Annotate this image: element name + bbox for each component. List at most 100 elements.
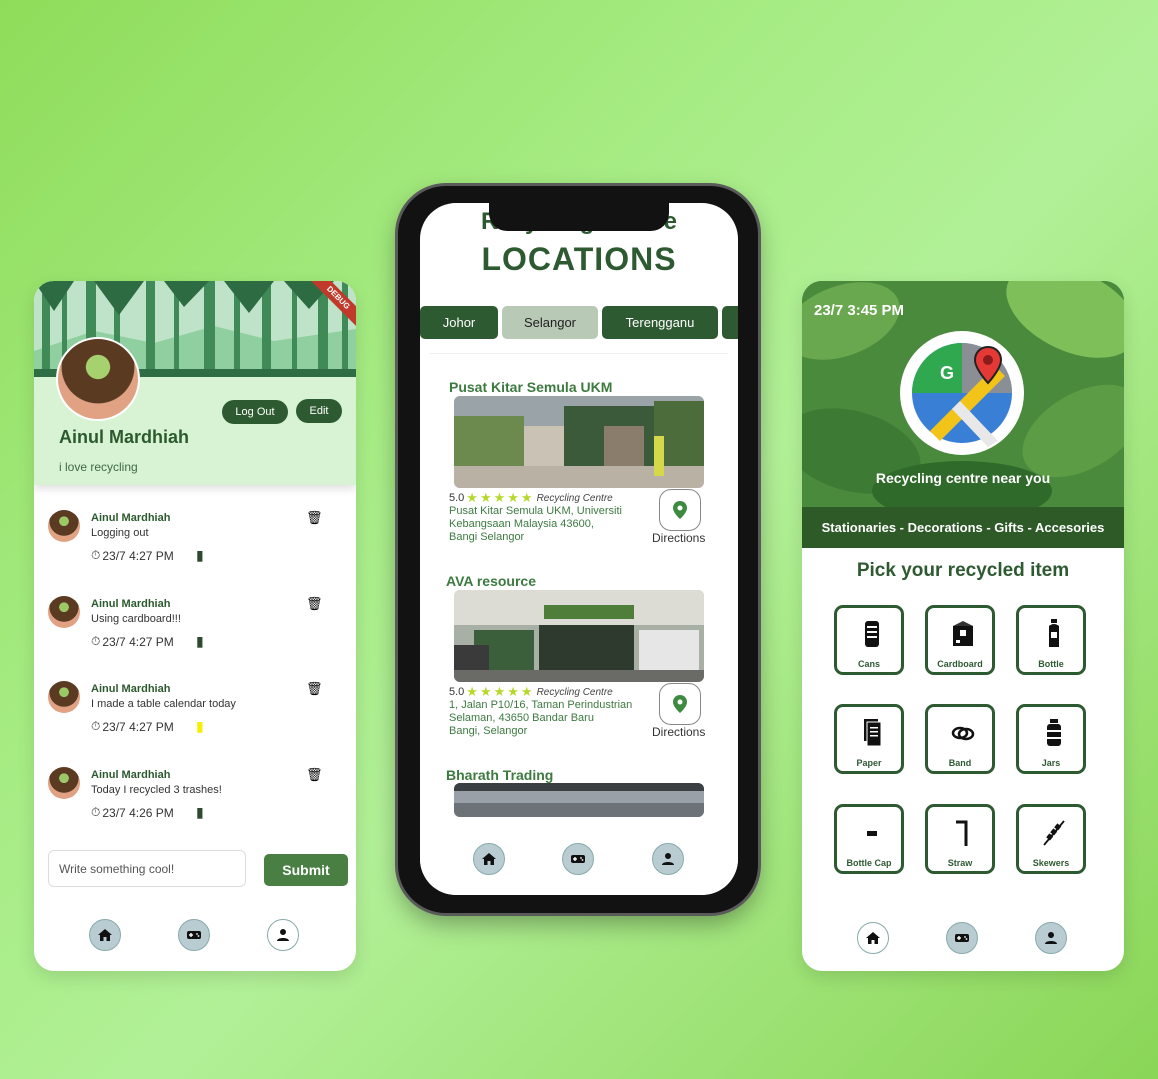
home-icon[interactable] <box>857 922 889 954</box>
trash-icon[interactable]: 🗑 <box>306 681 323 697</box>
jar-icon <box>1047 719 1061 746</box>
profile-screen: DEBUG Log Out Edit Ainul Mardhiah i love… <box>34 281 356 971</box>
bookmark-icon[interactable]: ▮ <box>196 633 204 650</box>
status-time: 23/7 3:45 PM <box>814 302 905 319</box>
post-item: Ainul Mardhiah Today I recycled 3 trashe… <box>48 767 348 837</box>
centre-photo[interactable] <box>454 396 704 488</box>
maps-logo[interactable]: G <box>900 331 1024 455</box>
item-label: Bottle Cap <box>846 858 892 868</box>
rating-value: 5.0 <box>449 686 465 698</box>
can-icon <box>865 621 879 647</box>
star-icon: ★ <box>466 684 478 699</box>
centre-name[interactable]: Bharath Trading <box>446 767 553 783</box>
post-text: Today I recycled 3 trashes! <box>91 784 222 796</box>
submit-button[interactable]: Submit <box>264 854 348 886</box>
tab-next[interactable] <box>722 306 738 339</box>
item-straw[interactable]: Straw <box>925 804 995 874</box>
post-timestamp: ⏱ 23/7 4:27 PM <box>91 719 174 734</box>
directions-label[interactable]: Directions <box>652 725 705 739</box>
phone-notch <box>489 203 669 231</box>
paper-icon <box>864 719 882 747</box>
address-line: Pusat Kitar Semula UKM, Universiti <box>449 505 622 517</box>
item-paper[interactable]: Paper <box>834 704 904 774</box>
item-cardboard[interactable]: Cardboard <box>925 605 995 675</box>
post-input[interactable]: Write something cool! <box>48 850 246 887</box>
item-band[interactable]: Band <box>925 704 995 774</box>
post-author: Ainul Mardhiah <box>91 598 171 610</box>
post-item: Ainul Mardhiah Using cardboard!!! ⏱ 23/7 … <box>48 596 348 666</box>
item-label: Straw <box>947 858 973 868</box>
item-label: Cans <box>857 659 880 669</box>
item-label: Jars <box>1041 758 1061 768</box>
logout-button[interactable]: Log Out <box>222 400 288 424</box>
post-time: 23/7 4:26 PM <box>102 805 174 820</box>
item-label: Skewers <box>1032 858 1070 868</box>
rating-value: 5.0 <box>449 492 465 504</box>
centre-rating: 5.0 ★ ★ ★ ★ ★ Recycling Centre <box>449 490 613 506</box>
trash-icon[interactable]: 🗑 <box>306 510 323 526</box>
post-text: Logging out <box>91 527 149 539</box>
item-cans[interactable]: Cans <box>834 605 904 675</box>
post-timestamp: ⏱ 23/7 4:27 PM <box>91 548 174 563</box>
home-icon[interactable] <box>89 919 121 951</box>
centre-name[interactable]: AVA resource <box>446 573 536 589</box>
bottle-icon <box>1049 619 1059 647</box>
timer-icon: ⏱ <box>91 719 101 733</box>
address-line: Kebangsaan Malaysia 43600, <box>449 518 594 530</box>
item-skewers[interactable]: Skewers <box>1016 804 1086 874</box>
post-time: 23/7 4:27 PM <box>102 548 174 563</box>
rubber-band-icon <box>951 726 975 741</box>
post-avatar <box>48 681 80 713</box>
centre-rating: 5.0 ★ ★ ★ ★ ★ Recycling Centre <box>449 684 613 700</box>
address-line: 1, Jalan P10/16, Taman Perindustrian <box>449 699 633 711</box>
hero-caption: Recycling centre near you <box>875 470 1051 486</box>
item-label: Cardboard <box>937 659 983 669</box>
tab-terengganu[interactable]: Terengganu <box>602 306 718 339</box>
home-icon[interactable] <box>473 843 505 875</box>
star-icon: ★ <box>520 490 533 505</box>
tab-johor[interactable]: Johor <box>420 306 498 339</box>
profile-icon[interactable] <box>652 843 684 875</box>
trash-icon[interactable]: 🗑 <box>306 596 323 612</box>
post-timestamp: ⏱ 23/7 4:26 PM <box>91 805 174 820</box>
items-screen: 23/7 3:45 PM G Recycling centre near you… <box>802 281 1124 971</box>
centre-photo[interactable] <box>454 590 704 682</box>
bookmark-icon[interactable]: ▮ <box>196 547 204 564</box>
item-bottle[interactable]: Bottle <box>1016 605 1086 675</box>
game-controller-icon[interactable] <box>946 922 978 954</box>
profile-bio: i love recycling <box>59 460 138 474</box>
bookmark-icon[interactable]: ▮ <box>196 804 204 821</box>
item-bottle-cap[interactable]: Bottle Cap <box>834 804 904 874</box>
item-label: Band <box>948 758 972 768</box>
divider <box>430 353 728 354</box>
svg-text:G: G <box>940 363 954 383</box>
game-controller-icon[interactable] <box>562 843 594 875</box>
item-jars[interactable]: Jars <box>1016 704 1086 774</box>
trash-icon[interactable]: 🗑 <box>306 767 323 783</box>
tab-selangor[interactable]: Selangor <box>502 306 598 339</box>
profile-avatar[interactable] <box>56 337 140 421</box>
post-text: Using cardboard!!! <box>91 613 181 625</box>
bottle-cap-icon <box>867 831 877 836</box>
bookmark-icon[interactable]: ▮ <box>196 718 204 735</box>
timer-icon: ⏱ <box>91 548 101 562</box>
centre-photo[interactable] <box>454 783 704 817</box>
star-icon: ★ <box>507 490 519 505</box>
section-title: Pick your recycled item <box>856 560 1070 581</box>
directions-label[interactable]: Directions <box>652 531 705 545</box>
post-item: Ainul Mardhiah I made a table calendar t… <box>48 681 348 751</box>
star-icon: ★ <box>520 684 533 699</box>
profile-name: Ainul Mardhiah <box>59 427 189 447</box>
post-author: Ainul Mardhiah <box>91 512 171 524</box>
directions-button[interactable] <box>659 683 701 725</box>
post-time: 23/7 4:27 PM <box>102 719 174 734</box>
centre-name[interactable]: Pusat Kitar Semula UKM <box>449 379 612 395</box>
centre-address: Pusat Kitar Semula UKM, Universiti Keban… <box>449 505 622 544</box>
edit-button[interactable]: Edit <box>296 399 342 423</box>
profile-icon[interactable] <box>1035 922 1067 954</box>
directions-button[interactable] <box>659 489 701 531</box>
game-controller-icon[interactable] <box>178 919 210 951</box>
profile-icon[interactable] <box>267 919 299 951</box>
cardboard-box-icon <box>953 621 973 646</box>
post-timestamp: ⏱ 23/7 4:27 PM <box>91 634 174 649</box>
